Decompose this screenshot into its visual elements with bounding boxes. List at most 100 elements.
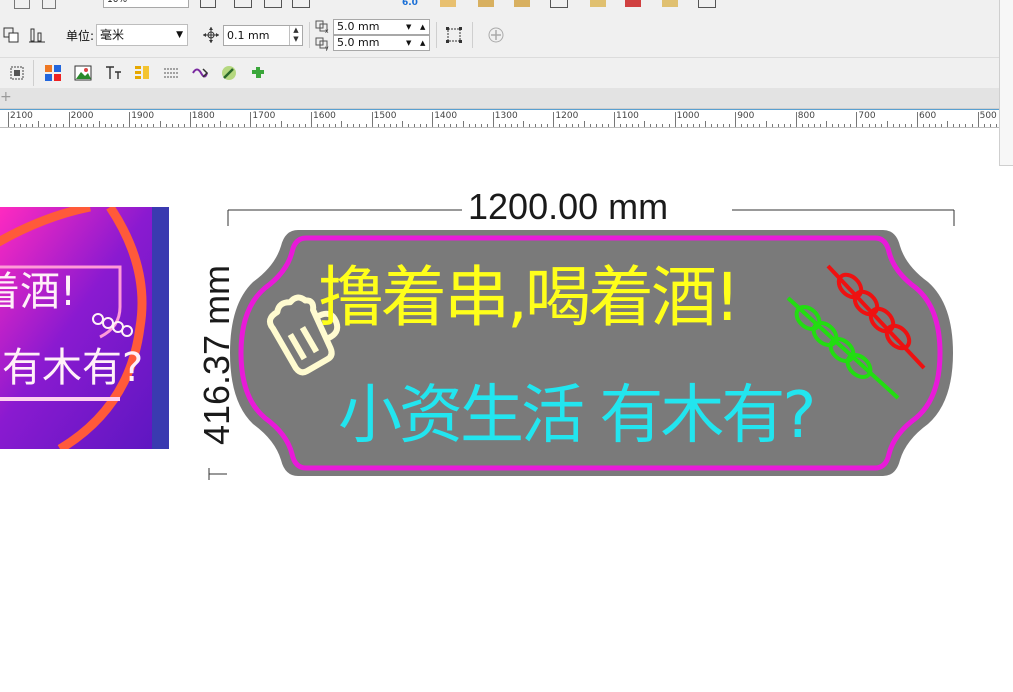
ruler-tick xyxy=(868,124,870,127)
zoom-field[interactable]: 10% xyxy=(103,0,189,8)
ruler-tick xyxy=(195,124,197,127)
chevron-down-icon[interactable]: ▼ xyxy=(406,20,411,34)
reference-photo[interactable]: 着酒! 有木有? xyxy=(0,207,169,449)
ruler-tick xyxy=(159,121,161,127)
ruler-tick xyxy=(414,124,416,127)
ruler-tick xyxy=(214,124,216,127)
ruler-tick xyxy=(741,124,743,127)
toolbar-icon[interactable] xyxy=(42,0,56,9)
add-icon[interactable] xyxy=(487,26,505,44)
toolbar-icon[interactable] xyxy=(478,0,494,7)
ruler-tick xyxy=(50,124,52,127)
ruler-tick xyxy=(898,124,900,127)
horizontal-ruler[interactable]: 2100 2000 1900 1800 1700 1600 1500 1400 1300 1200… xyxy=(0,109,1000,128)
ruler-tick xyxy=(498,124,500,127)
treat-as-filled-icon[interactable] xyxy=(445,26,463,44)
ruler-tick xyxy=(983,124,985,127)
ruler-tick xyxy=(692,124,694,127)
unit-select-value: 毫米 xyxy=(100,28,125,42)
ruler-tick xyxy=(304,124,306,127)
ruler-tick xyxy=(359,124,361,127)
ruler-tick xyxy=(256,124,258,127)
ruler-tick xyxy=(723,124,725,127)
ruler-tick xyxy=(98,121,100,127)
toolbar-icon[interactable] xyxy=(440,0,456,7)
toolbar-icon[interactable] xyxy=(662,0,678,7)
ruler-tick xyxy=(571,124,573,127)
ruler-tick xyxy=(438,124,440,127)
ruler-tick xyxy=(541,124,543,127)
ruler-tick xyxy=(874,124,876,127)
ruler-tick xyxy=(141,124,143,127)
ruler-tick xyxy=(583,121,585,127)
toolbar-icon[interactable] xyxy=(698,0,716,8)
ruler-tick xyxy=(656,124,658,127)
duplicate-x-field[interactable]: 5.0 mm ▼ ▲ xyxy=(333,19,430,35)
toolbar-icon[interactable] xyxy=(264,0,282,8)
svg-text:x: x xyxy=(325,28,329,34)
ruler-tick xyxy=(268,124,270,127)
ruler-tick xyxy=(280,121,282,127)
toolbar-icon[interactable] xyxy=(292,0,310,8)
sign-text-line2: 小资生活 有木有? xyxy=(338,379,816,453)
grid-icon[interactable] xyxy=(162,64,180,82)
ruler-label: 900 xyxy=(737,111,755,121)
ruler-tick xyxy=(74,124,76,127)
ruler-label: 1500 xyxy=(373,111,397,121)
ruler-tick xyxy=(577,124,579,127)
docker-panel-edge[interactable] xyxy=(999,0,1013,166)
table-icon[interactable] xyxy=(133,64,151,82)
add-tab-icon[interactable]: + xyxy=(0,89,12,105)
sign-text-line1: 撸着串,喝着酒! xyxy=(318,259,740,336)
align-icon[interactable] xyxy=(28,26,46,44)
plugin-icon[interactable] xyxy=(249,64,267,82)
bitmap-icon[interactable] xyxy=(74,64,92,82)
stepper-up-icon[interactable]: ▲ xyxy=(420,20,425,34)
ruler-tick xyxy=(238,124,240,127)
ruler-tick xyxy=(638,124,640,127)
select-all-icon[interactable] xyxy=(8,64,26,82)
ruler-tick xyxy=(765,121,767,127)
ruler-tick xyxy=(20,124,22,127)
toolbar-icon[interactable] xyxy=(14,0,30,9)
ruler-label: 1700 xyxy=(252,111,276,121)
ruler-tick xyxy=(832,124,834,127)
unit-select[interactable]: 毫米 ▼ xyxy=(96,24,188,46)
toolbar-icon[interactable] xyxy=(234,0,252,8)
ruler-tick xyxy=(262,124,264,127)
chevron-down-icon[interactable]: ▼ xyxy=(406,36,411,50)
shapes-icon[interactable] xyxy=(44,64,62,82)
snap-to-objects-icon[interactable] xyxy=(2,26,20,44)
toolbar-icon[interactable] xyxy=(625,0,641,7)
ruler-tick xyxy=(183,124,185,127)
eyedropper-icon[interactable] xyxy=(220,64,238,82)
ruler-tick xyxy=(947,121,949,127)
ruler-tick xyxy=(244,124,246,127)
duplicate-y-field[interactable]: 5.0 mm ▼ ▲ xyxy=(333,35,430,51)
ruler-tick xyxy=(529,124,531,127)
ruler-label: 1600 xyxy=(313,111,336,121)
blend-icon[interactable] xyxy=(191,64,209,82)
ruler-tick xyxy=(456,124,458,127)
ruler-tick xyxy=(135,124,137,127)
ruler-tick xyxy=(510,124,512,127)
ruler-tick xyxy=(468,124,470,127)
photo-text-line1: 着酒! xyxy=(0,269,77,315)
ruler-tick xyxy=(401,121,403,127)
property-bar: 单位: 毫米 ▼ 0.1 mm ▲ ▼ x y 5.0 mm ▼ ▲ 5.0 mm… xyxy=(0,10,1000,58)
toolbar-icon[interactable] xyxy=(590,0,606,7)
text-tool-icon[interactable] xyxy=(104,64,122,82)
nudge-stepper[interactable]: ▲ ▼ xyxy=(289,26,302,45)
ruler-tick xyxy=(844,124,846,127)
ruler-tick xyxy=(14,124,16,127)
duplicate-y-icon: y xyxy=(315,37,329,51)
toolbar-icon[interactable] xyxy=(200,0,216,8)
ruler-label: 1100 xyxy=(616,111,639,121)
ruler-tick xyxy=(820,124,822,127)
stepper-up-icon[interactable]: ▲ xyxy=(420,36,425,50)
ruler-label: 600 xyxy=(919,111,937,121)
nudge-distance-field[interactable]: 0.1 mm ▲ ▼ xyxy=(223,25,303,46)
toolbar-icon[interactable] xyxy=(550,0,568,8)
ruler-tick xyxy=(26,124,28,127)
toolbar-icon[interactable] xyxy=(514,0,530,7)
